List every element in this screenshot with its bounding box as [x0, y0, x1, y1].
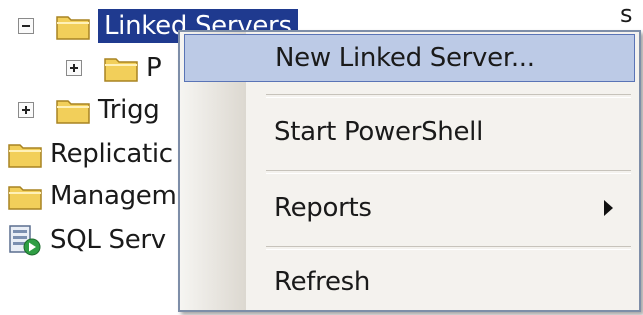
- folder-icon: [8, 186, 42, 210]
- tree-node-sql-server-agent[interactable]: SQL Serv: [8, 220, 166, 260]
- menu-item-start-powershell[interactable]: Start PowerShell: [184, 108, 635, 156]
- menu-item-label: Refresh: [274, 267, 371, 297]
- submenu-arrow-icon: [604, 200, 613, 216]
- menu-item-label: New Linked Server...: [275, 43, 535, 73]
- menu-item-reports[interactable]: Reports: [184, 184, 635, 232]
- collapse-icon[interactable]: [18, 18, 34, 34]
- tree-node-replication[interactable]: Replicatic: [8, 134, 173, 174]
- tree-node-label: P: [146, 53, 162, 83]
- folder-icon: [56, 100, 90, 124]
- menu-separator: [266, 170, 631, 174]
- tree-node-management[interactable]: Managem: [8, 176, 177, 216]
- tree-node-label: Trigg: [98, 95, 160, 125]
- menu-item-new-linked-server[interactable]: New Linked Server...: [184, 34, 635, 82]
- folder-icon: [56, 16, 90, 40]
- menu-separator: [266, 246, 631, 250]
- menu-item-label: Reports: [274, 193, 372, 223]
- folder-icon: [8, 144, 42, 168]
- context-menu: New Linked Server... Start PowerShell Re…: [178, 30, 641, 312]
- menu-separator: [266, 94, 631, 98]
- tree-node-providers[interactable]: P: [66, 48, 162, 88]
- expand-icon[interactable]: [18, 102, 34, 118]
- truncated-text: s: [620, 0, 633, 28]
- tree-node-label: SQL Serv: [50, 225, 166, 255]
- menu-item-label: Start PowerShell: [274, 117, 484, 147]
- expand-icon[interactable]: [66, 60, 82, 76]
- tree-node-triggers[interactable]: Trigg: [18, 90, 160, 130]
- tree-node-label: Replicatic: [50, 139, 173, 169]
- menu-item-refresh[interactable]: Refresh: [184, 258, 635, 306]
- sql-server-agent-icon: [9, 225, 41, 256]
- folder-icon: [104, 58, 138, 82]
- tree-node-label: Managem: [50, 181, 177, 211]
